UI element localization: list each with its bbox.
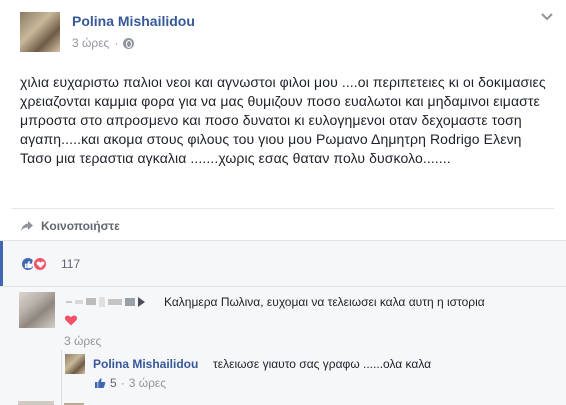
reply-author-avatar[interactable]: [65, 354, 85, 374]
post-timestamp[interactable]: 3 ώρες: [72, 36, 109, 50]
reply-meta: 5 · 3 ώρες: [94, 376, 166, 390]
reaction-icons[interactable]: [20, 256, 48, 272]
reactions-bar: 117: [0, 240, 566, 287]
author-avatar[interactable]: [20, 12, 60, 52]
comment-text: Καλημερα Πωλινα, ευχομαι να τελειωσει κα…: [164, 295, 485, 309]
share-label: Κοινοποιήστε: [41, 219, 120, 233]
reply-timestamp[interactable]: 3 ώρες: [129, 376, 166, 390]
love-icon: [32, 256, 48, 272]
reply-author-name[interactable]: Polina Mishailidou: [93, 357, 198, 371]
obscured-commenter-name: [66, 297, 145, 307]
reply-thread-line: [61, 350, 62, 405]
post-header: Polina Mishailidou 3 ώρες ·: [0, 0, 566, 60]
commenter-avatar[interactable]: [19, 292, 55, 328]
post-body-text: χιλια ευχαριστω παλιοι νεοι και αγνωστοι…: [20, 74, 546, 166]
reaction-count[interactable]: 117: [61, 257, 80, 271]
meta-separator: ·: [114, 36, 119, 50]
like-icon[interactable]: [94, 377, 106, 389]
share-button[interactable]: Κοινοποιήστε: [20, 216, 120, 236]
reactions-accent-bar: [0, 241, 3, 287]
next-commenter-avatar[interactable]: [18, 401, 54, 405]
share-icon: [21, 221, 33, 232]
reply-text: τελειωσε γιαυτο σας γραφω ......ολα καλα: [213, 357, 432, 371]
post-author-name[interactable]: Polina Mishailidou: [72, 13, 195, 29]
comment-timestamp[interactable]: 3 ώρες: [64, 334, 101, 348]
divider: [12, 208, 554, 209]
chevron-down-icon[interactable]: [540, 10, 554, 24]
reply-like-count[interactable]: 5: [110, 376, 117, 390]
love-icon[interactable]: [64, 313, 78, 327]
globe-icon[interactable]: [123, 37, 135, 49]
comments-section: Καλημερα Πωλινα, ευχομαι να τελειωσει κα…: [0, 286, 566, 405]
post-meta: 3 ώρες ·: [72, 36, 135, 50]
meta-separator: ·: [120, 376, 125, 390]
